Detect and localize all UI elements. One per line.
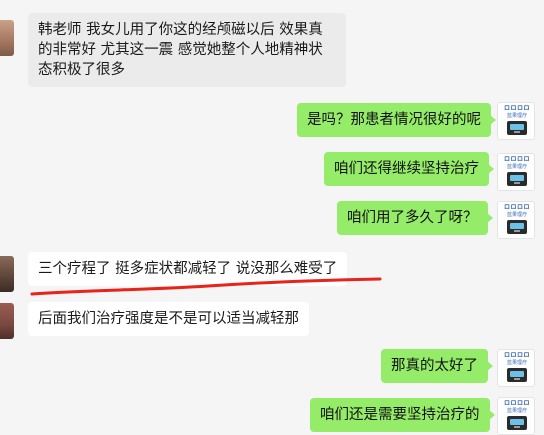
message-text: 咱们还是需要坚持治疗的: [320, 407, 480, 423]
avatar-brand-mark: ロロロロ: [503, 204, 530, 211]
avatar-brand-mark: ロロロロ: [503, 156, 530, 163]
message-text: 三个疗程了 挺多症状都减轻了 说没那么难受了: [38, 261, 338, 277]
avatar-brand-name: 蓝果理疗: [506, 113, 527, 119]
received-message-bubble[interactable]: 韩老师 我女儿用了你这的经颅磁以后 效果真的非常好 尤其这一震 感觉她整个人地精…: [28, 13, 346, 87]
avatar-brand-mark: ロロロロ: [503, 352, 530, 359]
own-avatar[interactable]: ロロロロ 蓝果理疗: [497, 349, 535, 387]
device-icon: [507, 220, 527, 234]
device-icon: [507, 368, 527, 382]
message-text: 后面我们治疗强度是不是可以适当减轻那: [38, 311, 299, 327]
device-icon: [507, 416, 527, 430]
avatar-brand-name: 蓝果理疗: [506, 360, 527, 366]
avatar-brand-mark: ロロロロ: [503, 105, 530, 112]
avatar-brand-name: 蓝果理疗: [506, 212, 527, 218]
received-message-bubble[interactable]: 三个疗程了 挺多症状都减轻了 说没那么难受了: [28, 252, 348, 286]
message-text: 那真的太好了: [391, 358, 478, 374]
message-text: 韩老师 我女儿用了你这的经颅磁以后 效果真的非常好 尤其这一震 感觉她整个人地精…: [38, 22, 323, 78]
message-text: 咱们用了多久了呀？: [347, 210, 478, 226]
avatar-brand-mark: ロロロロ: [503, 400, 530, 407]
contact-avatar[interactable]: [0, 20, 14, 56]
message-text: 咱们还得继续坚持治疗: [334, 161, 479, 177]
sent-message-bubble[interactable]: 咱们还是需要坚持治疗的: [310, 398, 494, 432]
received-message-bubble[interactable]: 后面我们治疗强度是不是可以适当减轻那: [28, 302, 309, 336]
sent-message-bubble[interactable]: 咱们用了多久了呀？: [337, 201, 492, 235]
contact-avatar[interactable]: [0, 256, 14, 292]
sent-message-bubble[interactable]: 是吗？那患者情况很好的呢: [297, 103, 496, 137]
device-icon: [507, 121, 527, 135]
avatar-brand-name: 蓝果理疗: [506, 408, 527, 414]
chat-view: 韩老师 我女儿用了你这的经颅磁以后 效果真的非常好 尤其这一震 感觉她整个人地精…: [0, 0, 544, 435]
contact-avatar[interactable]: [0, 303, 14, 339]
sent-message-bubble[interactable]: 那真的太好了: [381, 349, 493, 383]
sent-message-bubble[interactable]: 咱们还得继续坚持治疗: [324, 152, 494, 186]
device-icon: [507, 172, 527, 186]
own-avatar[interactable]: ロロロロ 蓝果理疗: [497, 397, 535, 435]
own-avatar[interactable]: ロロロロ 蓝果理疗: [497, 153, 535, 191]
own-avatar[interactable]: ロロロロ 蓝果理疗: [497, 201, 535, 239]
own-avatar[interactable]: ロロロロ 蓝果理疗: [497, 102, 535, 140]
message-text: 是吗？那患者情况很好的呢: [307, 112, 481, 128]
avatar-brand-name: 蓝果理疗: [506, 164, 527, 170]
